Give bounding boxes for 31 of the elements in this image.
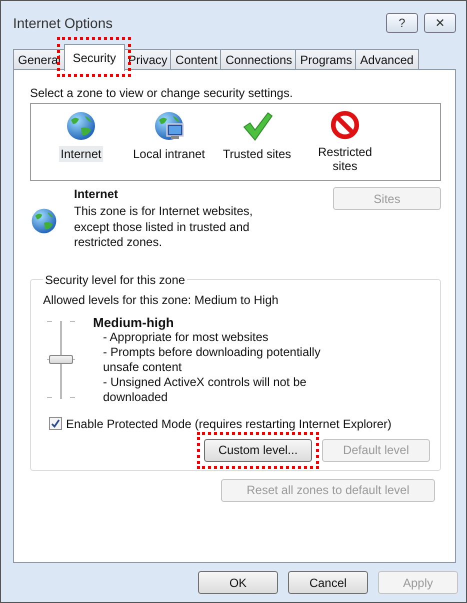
zone-item[interactable]: Trusted sites — [217, 110, 297, 174]
checkbox[interactable] — [49, 417, 62, 430]
globe-monitor-icon — [153, 110, 185, 142]
dialog-button[interactable]: Cancel — [288, 571, 368, 594]
zone-description: This zone is for Internet websites, except those listed in trusted and restricted zones. — [74, 204, 254, 251]
zone-item[interactable]: Internet — [41, 110, 121, 174]
zone-title: Internet — [74, 187, 120, 201]
tab[interactable]: Content — [170, 49, 222, 70]
level-description-item: - Prompts before downloading potentially unsafe content — [103, 344, 322, 375]
tab[interactable]: Connections — [220, 49, 298, 70]
allowed-levels-text: Allowed levels for this zone: Medium to High — [43, 292, 280, 307]
help-button[interactable]: ? — [386, 13, 418, 33]
globe-icon — [65, 110, 97, 142]
level-name: Medium-high — [93, 314, 175, 330]
tab[interactable]: Advanced — [355, 49, 419, 70]
tab[interactable]: Security — [64, 44, 126, 71]
dialog-button[interactable]: OK — [198, 571, 278, 594]
level-description-item: - Appropriate for most websites — [103, 330, 270, 345]
zone-item[interactable]: Restricted sites — [305, 110, 385, 174]
window-title: Internet Options — [13, 15, 114, 31]
group-legend: Security level for this zone — [43, 272, 188, 287]
no-entry-icon — [329, 110, 361, 140]
checkbox-label: Enable Protected Mode (requires restarting Internet Explorer) — [66, 416, 392, 431]
custom-level-button[interactable]: Custom level... — [204, 438, 312, 462]
tab[interactable]: Programs — [295, 49, 358, 70]
level-description-item: - Unsigned ActiveX controls will not be downloaded — [103, 374, 308, 405]
zone-prompt: Select a zone to view or change security settings. — [30, 86, 294, 100]
checkmark-icon — [241, 110, 273, 142]
close-button[interactable]: ✕ — [424, 13, 456, 33]
zone-item[interactable]: Local intranet — [129, 110, 209, 174]
globe-icon — [30, 207, 58, 235]
